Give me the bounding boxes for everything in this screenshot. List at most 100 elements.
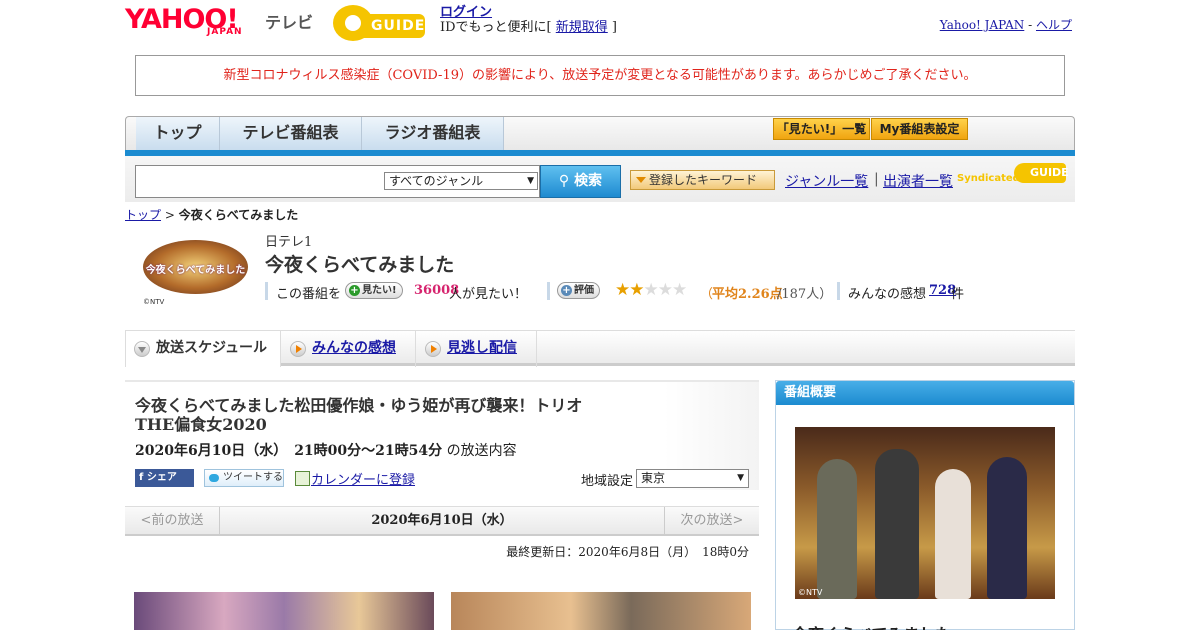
search-icon: ⚲	[558, 173, 575, 189]
program-logo: 今夜くらべてみました	[143, 240, 248, 294]
overview-photo: ©NTV	[795, 427, 1055, 599]
program-tabs: 放送スケジュール みんなの感想 見逃し配信	[125, 330, 1075, 367]
star-filled-icon: ★	[615, 280, 630, 300]
program-overview: 番組概要 ©NTV 今夜くらべてみました	[775, 380, 1075, 630]
syndicated-gguide-logo: Syndicated GUIDE	[957, 163, 1069, 187]
prev-broadcast-button[interactable]: <前の放送	[125, 507, 220, 535]
program-logo-text: 今夜くらべてみました	[145, 265, 246, 276]
date-nav: <前の放送 2020年6月10日（水） 次の放送>	[125, 506, 759, 536]
want-text-post: 人が見たい！	[449, 287, 528, 302]
meta-divider	[547, 282, 550, 300]
chevron-down-icon: ▼	[527, 176, 534, 186]
signup-link[interactable]: 新規取得	[556, 20, 608, 35]
episode-panel: 今夜くらべてみました松田優作娘・ゆう姫が再び襲来！トリオTHE偏食女2020 2…	[125, 380, 759, 490]
episode-title: 今夜くらべてみました松田優作娘・ゆう姫が再び襲来！トリオTHE偏食女2020	[135, 396, 583, 434]
plus-icon: +	[561, 285, 572, 296]
nav-tab-top[interactable]: トップ	[136, 117, 220, 151]
region-select[interactable]: 東京 ▼	[636, 469, 749, 488]
play-arrow-icon	[290, 341, 306, 357]
login-text-pre: IDでもっと便利に[	[440, 20, 556, 35]
want-text-pre: この番組を	[276, 287, 342, 302]
chevron-down-icon: ▼	[737, 473, 744, 483]
tv-logo-text: テレビ	[265, 13, 314, 32]
next-broadcast-button[interactable]: 次の放送>	[664, 507, 759, 535]
overview-title: 今夜くらべてみました	[792, 621, 951, 630]
meta-divider	[265, 282, 268, 300]
photo-figure	[935, 469, 971, 599]
top-links-separator: -	[1024, 18, 1036, 32]
comments-pre: みんなの感想	[848, 287, 927, 302]
breadcrumb: トップ > 今夜くらべてみました	[125, 206, 298, 223]
covid-notice: 新型コロナウィルス感染症（COVID-19）の影響により、放送予定が変更となる可…	[135, 55, 1065, 96]
nav-tab-tv[interactable]: テレビ番組表	[220, 117, 362, 151]
photo-figure	[817, 459, 857, 599]
syndicated-guide-text: GUIDE	[1014, 163, 1069, 183]
episode-thumbnail[interactable]	[134, 592, 434, 630]
tab-comments[interactable]: みんなの感想	[282, 331, 416, 367]
tab-comments-label[interactable]: みんなの感想	[312, 340, 396, 356]
want-button[interactable]: + 見たい!	[345, 282, 403, 299]
current-broadcast-date: 2020年6月10日（水）	[371, 513, 513, 528]
tab-vod[interactable]: 見逃し配信	[417, 331, 537, 367]
login-link[interactable]: ログイン	[440, 5, 492, 20]
top-links: Yahoo! JAPAN - ヘルプ	[940, 16, 1072, 33]
tab-schedule-label: 放送スケジュール	[156, 340, 268, 356]
search-button-label: 検索	[574, 173, 603, 189]
plus-icon: +	[349, 285, 360, 296]
overview-heading: 番組概要	[776, 381, 1074, 405]
tab-vod-label[interactable]: 見逃し配信	[447, 340, 517, 356]
breadcrumb-sep: >	[161, 208, 179, 222]
channel-name: 日テレ1	[265, 235, 313, 250]
breadcrumb-current: 今夜くらべてみました	[178, 208, 299, 222]
my-settings-button[interactable]: My番組表設定	[871, 118, 968, 140]
login-area: ログイン IDでもっと便利に[ 新規取得 ]	[440, 5, 617, 35]
main-nav: トップ テレビ番組表 ラジオ番組表 「見たい!」一覧 My番組表設定	[125, 116, 1075, 154]
rating-button-label: 評価	[574, 285, 594, 296]
want-list-button[interactable]: 「見たい!」一覧	[773, 118, 870, 140]
avg-score: 平均2.26点	[712, 287, 783, 302]
gguide-text: GUIDE	[363, 14, 425, 38]
search-row: すべてのジャンル ▼ ⚲ 検索 登録したキーワード ジャンル一覧 | 出演者一覧…	[125, 156, 1075, 202]
comments-post: 件	[951, 287, 965, 302]
episode-thumbnail[interactable]	[451, 592, 751, 630]
rating-button[interactable]: + 評価	[557, 282, 600, 299]
tweet-button[interactable]: ツイートする	[204, 469, 284, 487]
region-label: 地域設定	[581, 474, 634, 489]
episode-date: 2020年6月10日（水） 21時00分～21時54分	[135, 443, 443, 459]
search-button[interactable]: ⚲ 検索	[540, 165, 621, 198]
star-empty-icon: ★	[672, 280, 687, 300]
nav-tab-radio[interactable]: ラジオ番組表	[362, 117, 504, 151]
cast-list-link[interactable]: 出演者一覧	[883, 171, 953, 191]
yahoo-japan-link[interactable]: Yahoo! JAPAN	[940, 18, 1025, 32]
genre-select-value: すべてのジャンル	[389, 174, 484, 188]
header: YAHOO! JAPAN テレビ GUIDE ログイン IDでもっと便利に[ 新…	[125, 0, 1075, 48]
calendar-link[interactable]: カレンダーに登録	[295, 469, 415, 488]
share-label: シェア	[146, 472, 177, 483]
genre-select[interactable]: すべてのジャンル ▼	[384, 172, 538, 190]
tab-schedule[interactable]: 放送スケジュール	[125, 331, 281, 367]
program-meta: この番組を + 見たい! 36008 人が見たい！ + 評価 ★★★★★ （ 平…	[265, 282, 985, 302]
keyword-button[interactable]: 登録したキーワード	[630, 170, 775, 190]
star-empty-icon: ★	[643, 280, 659, 300]
photo-credit: ©NTV	[798, 588, 823, 597]
syndicated-text: Syndicated	[957, 173, 1020, 184]
help-link[interactable]: ヘルプ	[1036, 18, 1072, 32]
genre-list-link[interactable]: ジャンル一覧	[785, 171, 868, 191]
meta-divider	[837, 282, 840, 300]
rating-stars: ★★★★★	[615, 280, 687, 300]
episode-date-line: 2020年6月10日（水） 21時00分～21時54分 の放送内容	[135, 440, 517, 460]
program-title: 今夜くらべてみました	[265, 254, 455, 276]
chevron-down-icon	[134, 341, 150, 357]
triangle-down-icon	[636, 177, 646, 183]
program-copyright: ©NTV	[143, 298, 165, 306]
facebook-share-button[interactable]: f シェア	[135, 469, 194, 487]
breadcrumb-top-link[interactable]: トップ	[125, 208, 161, 222]
play-arrow-icon	[425, 341, 441, 357]
login-text-post: ]	[607, 20, 617, 35]
want-button-label: 見たい!	[362, 285, 397, 296]
episode-date-suffix: の放送内容	[446, 443, 517, 459]
photo-figure	[987, 457, 1027, 599]
star-filled-icon: ★	[629, 280, 644, 300]
link-separator: |	[874, 171, 879, 187]
avg-count: /187人）	[777, 287, 833, 302]
